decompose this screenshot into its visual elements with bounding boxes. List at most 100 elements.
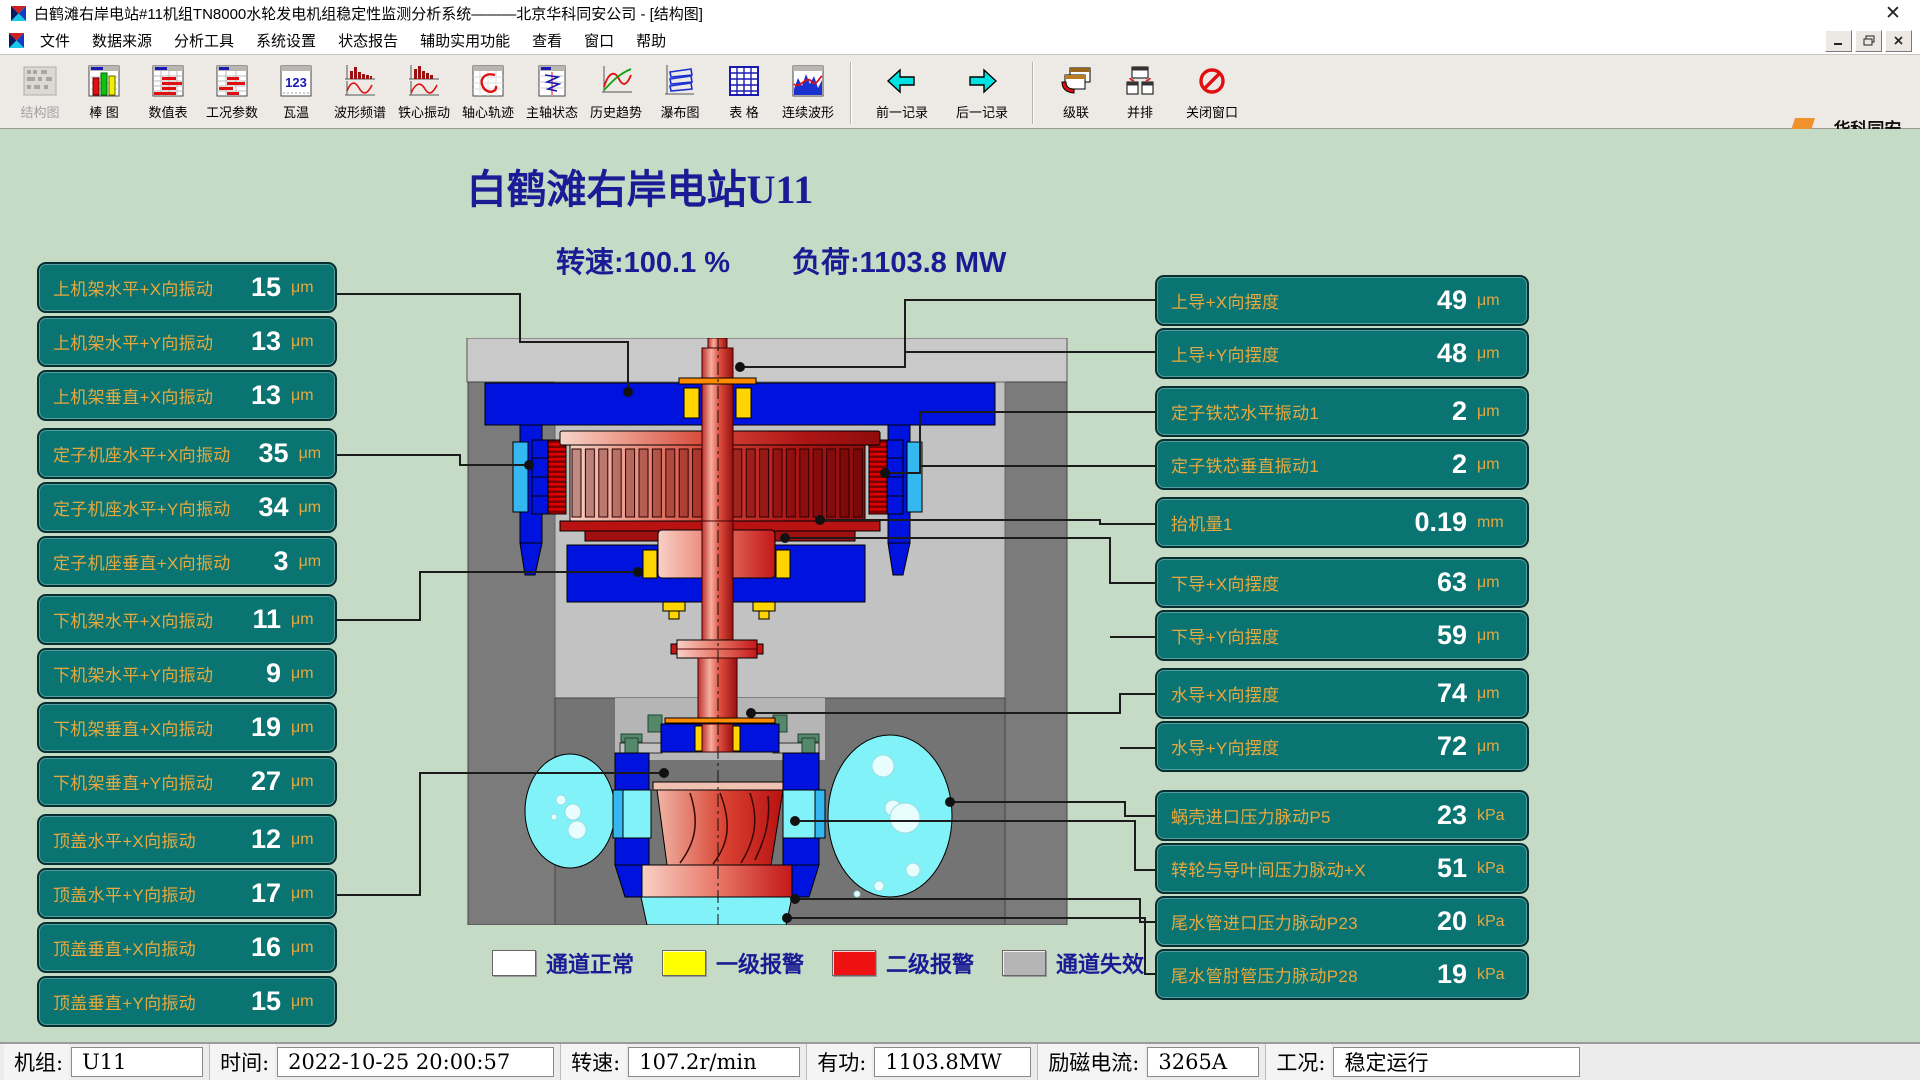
menu-item[interactable]: 分析工具 — [163, 27, 245, 54]
toolbar-button-table[interactable]: 表 格 — [712, 60, 776, 121]
toolbar-button-previous-record[interactable]: 前一记录 — [862, 60, 942, 121]
measurement-box[interactable]: 下机架垂直+X向振动 19 μm — [37, 702, 337, 753]
measurement-box[interactable]: 下机架垂直+Y向振动 27 μm — [37, 756, 337, 807]
menu-item[interactable]: 状态报告 — [327, 27, 409, 54]
measurement-box[interactable]: 尾水管肘管压力脉动P28 19 kPa — [1155, 949, 1529, 1000]
toolbar-button-shaft-status[interactable]: 主轴状态 — [520, 60, 584, 121]
continuous-waveform-icon — [790, 64, 826, 98]
measurement-label: 顶盖水平+X向振动 — [53, 827, 223, 852]
window-title: 白鹤滩右岸电站#11机组TN8000水轮发电机组稳定性监测分析系统———北京华科… — [34, 3, 703, 24]
toolbar-button-pad-temperature[interactable]: 123 瓦温 — [264, 60, 328, 121]
measurement-box[interactable]: 上机架水平+Y向振动 13 μm — [37, 316, 337, 367]
status-field-value: 2022-10-25 20:00:57 — [277, 1047, 554, 1077]
measurement-value: 48 — [1403, 338, 1467, 369]
measurement-unit: μm — [1477, 574, 1519, 592]
shaft-orbit-icon — [470, 64, 506, 98]
structure-view-canvas: 白鹤滩右岸电站U11 转速:100.1 % 负荷:1103.8 MW — [0, 129, 1920, 1042]
measurement-box[interactable]: 水导+Y向摆度 72 μm — [1155, 721, 1529, 772]
status-field: 励磁电流: 3265A — [1037, 1044, 1265, 1080]
menu-item[interactable]: 系统设置 — [245, 27, 327, 54]
toolbar-button-label: 波形频谱 — [334, 102, 386, 121]
measurement-box[interactable]: 顶盖垂直+Y向振动 15 μm — [37, 976, 337, 1027]
measurement-box[interactable]: 顶盖水平+Y向振动 17 μm — [37, 868, 337, 919]
measurement-unit: kPa — [1477, 860, 1519, 878]
minimize-button[interactable] — [1825, 30, 1852, 52]
menu-item[interactable]: 辅助实用功能 — [409, 27, 521, 54]
waveform-spectrum-icon — [341, 63, 379, 99]
window-close-button[interactable]: ✕ — [1876, 2, 1910, 25]
measurement-value: 11 — [223, 604, 281, 635]
measurement-box[interactable]: 上机架水平+X向振动 15 μm — [37, 262, 337, 313]
toolbar-button-continuous-waveform[interactable]: 连续波形 — [776, 60, 840, 121]
measurement-box[interactable]: 下机架水平+Y向振动 9 μm — [37, 648, 337, 699]
measurement-unit: μm — [291, 719, 327, 737]
toolbar-button-label: 后一记录 — [956, 102, 1008, 121]
turbine-diagram — [465, 338, 1075, 925]
measurement-box[interactable]: 定子机座垂直+X向振动 3 μm — [37, 536, 337, 587]
toolbar-button-orbit[interactable]: 轴心轨迹 — [456, 60, 520, 121]
measurement-box[interactable]: 定子机座水平+X向振动 35 μm — [37, 428, 337, 479]
measurement-unit: μm — [1477, 292, 1519, 310]
measurement-box[interactable]: 上导+X向摆度 49 μm — [1155, 275, 1529, 326]
measurement-box[interactable]: 抬机量1 0.19 mm — [1155, 497, 1529, 548]
measurement-box[interactable]: 蜗壳进口压力脉动P5 23 kPa — [1155, 790, 1529, 841]
measurement-value: 3 — [231, 546, 289, 577]
measurement-value: 51 — [1403, 853, 1467, 884]
toolbar-button-tile[interactable]: 并排 — [1108, 60, 1172, 121]
measurement-box[interactable]: 转轮与导叶间压力脉动+X 51 kPa — [1155, 843, 1529, 894]
toolbar-button-label: 前一记录 — [876, 102, 928, 121]
toolbar-button-operating-params[interactable]: 工况参数 — [200, 60, 264, 121]
measurement-value: 34 — [231, 492, 289, 523]
toolbar-button-cascade[interactable]: 级联 — [1044, 60, 1108, 121]
measurement-value: 13 — [223, 380, 281, 411]
measurement-label: 上机架水平+X向振动 — [53, 275, 223, 300]
toolbar-button-bar-chart[interactable]: 棒 图 — [72, 60, 136, 121]
toolbar-button-waterfall[interactable]: 瀑布图 — [648, 60, 712, 121]
arrow-right-icon — [964, 64, 1000, 98]
toolbar-button-history-trend[interactable]: 历史趋势 — [584, 60, 648, 121]
toolbar-button-close-window[interactable]: 关闭窗口 — [1172, 60, 1252, 121]
legend-item: 二级报警 — [832, 947, 974, 979]
toolbar-button-next-record[interactable]: 后一记录 — [942, 60, 1022, 121]
tile-windows-icon — [1122, 64, 1158, 98]
operating-params-icon — [214, 64, 250, 98]
speed-label: 转速: — [556, 247, 624, 279]
toolbar-button-structure-view[interactable]: 结构图 — [8, 60, 72, 121]
measurement-unit: μm — [1477, 738, 1519, 756]
measurement-label: 转轮与导叶间压力脉动+X — [1171, 856, 1403, 881]
app-icon — [10, 5, 27, 22]
status-field-value: 107.2r/min — [628, 1047, 800, 1077]
menu-items: 文件 数据来源 分析工具 系统设置 状态报告 辅助实用功能 查看 窗口 帮助 — [29, 27, 677, 54]
mdi-close-button[interactable] — [1885, 30, 1912, 52]
measurement-box[interactable]: 水导+X向摆度 74 μm — [1155, 668, 1529, 719]
toolbar-button-core-vibration[interactable]: 铁心振动 — [392, 60, 456, 121]
measurement-unit: μm — [291, 387, 327, 405]
measurement-box[interactable]: 下导+X向摆度 63 μm — [1155, 557, 1529, 608]
menu-item[interactable]: 查看 — [521, 27, 573, 54]
measurement-box[interactable]: 顶盖垂直+X向振动 16 μm — [37, 922, 337, 973]
measurement-box[interactable]: 定子铁芯水平振动1 2 μm — [1155, 386, 1529, 437]
measurement-box[interactable]: 上机架垂直+X向振动 13 μm — [37, 370, 337, 421]
measurement-box[interactable]: 尾水管进口压力脉动P23 20 kPa — [1155, 896, 1529, 947]
measurement-box[interactable]: 定子铁芯垂直振动1 2 μm — [1155, 439, 1529, 490]
measurement-unit: μm — [291, 279, 327, 297]
measurement-value: 19 — [223, 712, 281, 743]
restore-button[interactable] — [1855, 30, 1882, 52]
measurement-box[interactable]: 定子机座水平+Y向振动 34 μm — [37, 482, 337, 533]
measurement-box[interactable]: 顶盖水平+X向振动 12 μm — [37, 814, 337, 865]
measurement-value: 23 — [1403, 800, 1467, 831]
toolbar-button-waveform-spectrum[interactable]: 波形频谱 — [328, 60, 392, 121]
measurement-box[interactable]: 上导+Y向摆度 48 μm — [1155, 328, 1529, 379]
toolbar-button-numeric-table[interactable]: 数值表 — [136, 60, 200, 121]
menu-item[interactable]: 帮助 — [625, 27, 677, 54]
measurement-box[interactable]: 下机架水平+X向振动 11 μm — [37, 594, 337, 645]
measurement-box[interactable]: 下导+Y向摆度 59 μm — [1155, 610, 1529, 661]
measurement-label: 抬机量1 — [1171, 510, 1403, 535]
menu-item[interactable]: 窗口 — [573, 27, 625, 54]
measurement-label: 水导+Y向摆度 — [1171, 734, 1403, 759]
menu-item[interactable]: 数据来源 — [81, 27, 163, 54]
toolbar-separator — [1032, 62, 1034, 124]
water-guide-swing-group: 水导+X向摆度 74 μm 水导+Y向摆度 72 μm — [1155, 668, 1529, 772]
measurement-unit: μm — [291, 885, 327, 903]
menu-item[interactable]: 文件 — [29, 27, 81, 54]
